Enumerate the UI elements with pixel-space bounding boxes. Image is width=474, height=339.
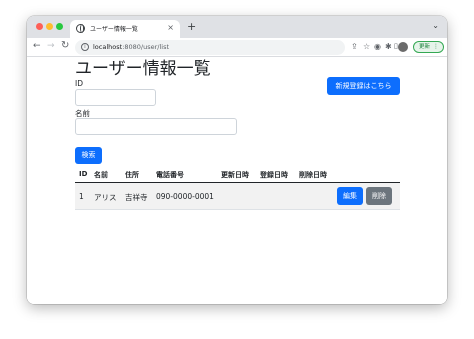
edit-button[interactable]: 編集 bbox=[337, 187, 363, 205]
search-button[interactable]: 検索 bbox=[75, 147, 102, 164]
address-bar[interactable]: i localhost:8080/user/list bbox=[75, 40, 345, 55]
tab-close-icon[interactable]: × bbox=[167, 23, 174, 32]
puzzle-icon[interactable]: ✱ bbox=[385, 42, 392, 51]
delete-button[interactable]: 削除 bbox=[366, 187, 392, 205]
reload-icon[interactable]: ↻ bbox=[61, 40, 69, 51]
header-updated: 更新日時 bbox=[221, 171, 249, 179]
user-table: ID 名前 住所 電話番号 更新日時 登録日時 削除日時 1 アリス 吉祥寺 0… bbox=[75, 166, 400, 210]
new-register-button[interactable]: 新規登録はこちら bbox=[327, 77, 400, 95]
share-icon[interactable]: ⇪ bbox=[351, 42, 358, 51]
forward-arrow-icon[interactable]: → bbox=[47, 41, 55, 51]
page-content: ユーザー情報一覧 新規登録はこちら ID 名前 検索 ID 名前 住所 電話番号… bbox=[27, 58, 447, 304]
browser-toolbar: ← → ↻ i localhost:8080/user/list ⇪ ☆ ◉ ✱… bbox=[27, 38, 447, 57]
page-title: ユーザー情報一覧 bbox=[75, 59, 211, 79]
maximize-window-button[interactable] bbox=[56, 23, 63, 30]
update-label: 更新 bbox=[419, 44, 431, 50]
header-id: ID bbox=[79, 170, 88, 178]
minimize-window-button[interactable] bbox=[46, 23, 53, 30]
header-deleted: 削除日時 bbox=[299, 171, 327, 179]
tab-search-icon[interactable]: ⌄ bbox=[432, 21, 439, 30]
site-info-icon[interactable]: i bbox=[81, 43, 89, 51]
browser-window: ユーザー情報一覧 × + ⌄ ← → ↻ i localhost:8080/us… bbox=[27, 16, 447, 304]
close-window-button[interactable] bbox=[36, 23, 43, 30]
header-address: 住所 bbox=[125, 171, 139, 179]
id-input[interactable] bbox=[75, 89, 156, 106]
url-host: localhost bbox=[93, 43, 123, 51]
table-row: 1 アリス 吉祥寺 090-0000-0001 編集 削除 bbox=[75, 183, 400, 210]
bookmark-star-icon[interactable]: ☆ bbox=[363, 42, 370, 51]
update-button[interactable]: 更新 ⋮ bbox=[413, 41, 444, 53]
header-phone: 電話番号 bbox=[156, 171, 184, 179]
extension-icon[interactable]: ◉ bbox=[374, 42, 381, 51]
cell-address: 吉祥寺 bbox=[125, 193, 148, 202]
globe-icon bbox=[76, 24, 85, 33]
table-header: ID 名前 住所 電話番号 更新日時 登録日時 削除日時 bbox=[75, 166, 400, 183]
header-registered: 登録日時 bbox=[260, 171, 288, 179]
cell-name: アリス bbox=[94, 193, 117, 202]
profile-avatar-icon[interactable] bbox=[398, 42, 408, 52]
back-arrow-icon[interactable]: ← bbox=[33, 41, 41, 51]
name-input[interactable] bbox=[75, 118, 237, 135]
id-label: ID bbox=[75, 79, 83, 88]
header-name: 名前 bbox=[94, 171, 108, 179]
tab-title: ユーザー情報一覧 bbox=[90, 26, 138, 33]
url-path: :8080/user/list bbox=[122, 43, 170, 51]
new-tab-button[interactable]: + bbox=[187, 20, 196, 33]
browser-tab[interactable]: ユーザー情報一覧 × bbox=[70, 20, 180, 38]
tab-bar: ユーザー情報一覧 × + ⌄ bbox=[27, 16, 447, 38]
url-text[interactable]: localhost:8080/user/list bbox=[93, 43, 169, 51]
cell-id: 1 bbox=[79, 192, 84, 201]
cell-phone: 090-0000-0001 bbox=[156, 192, 214, 201]
more-menu-icon[interactable]: ⋮ bbox=[433, 42, 439, 52]
